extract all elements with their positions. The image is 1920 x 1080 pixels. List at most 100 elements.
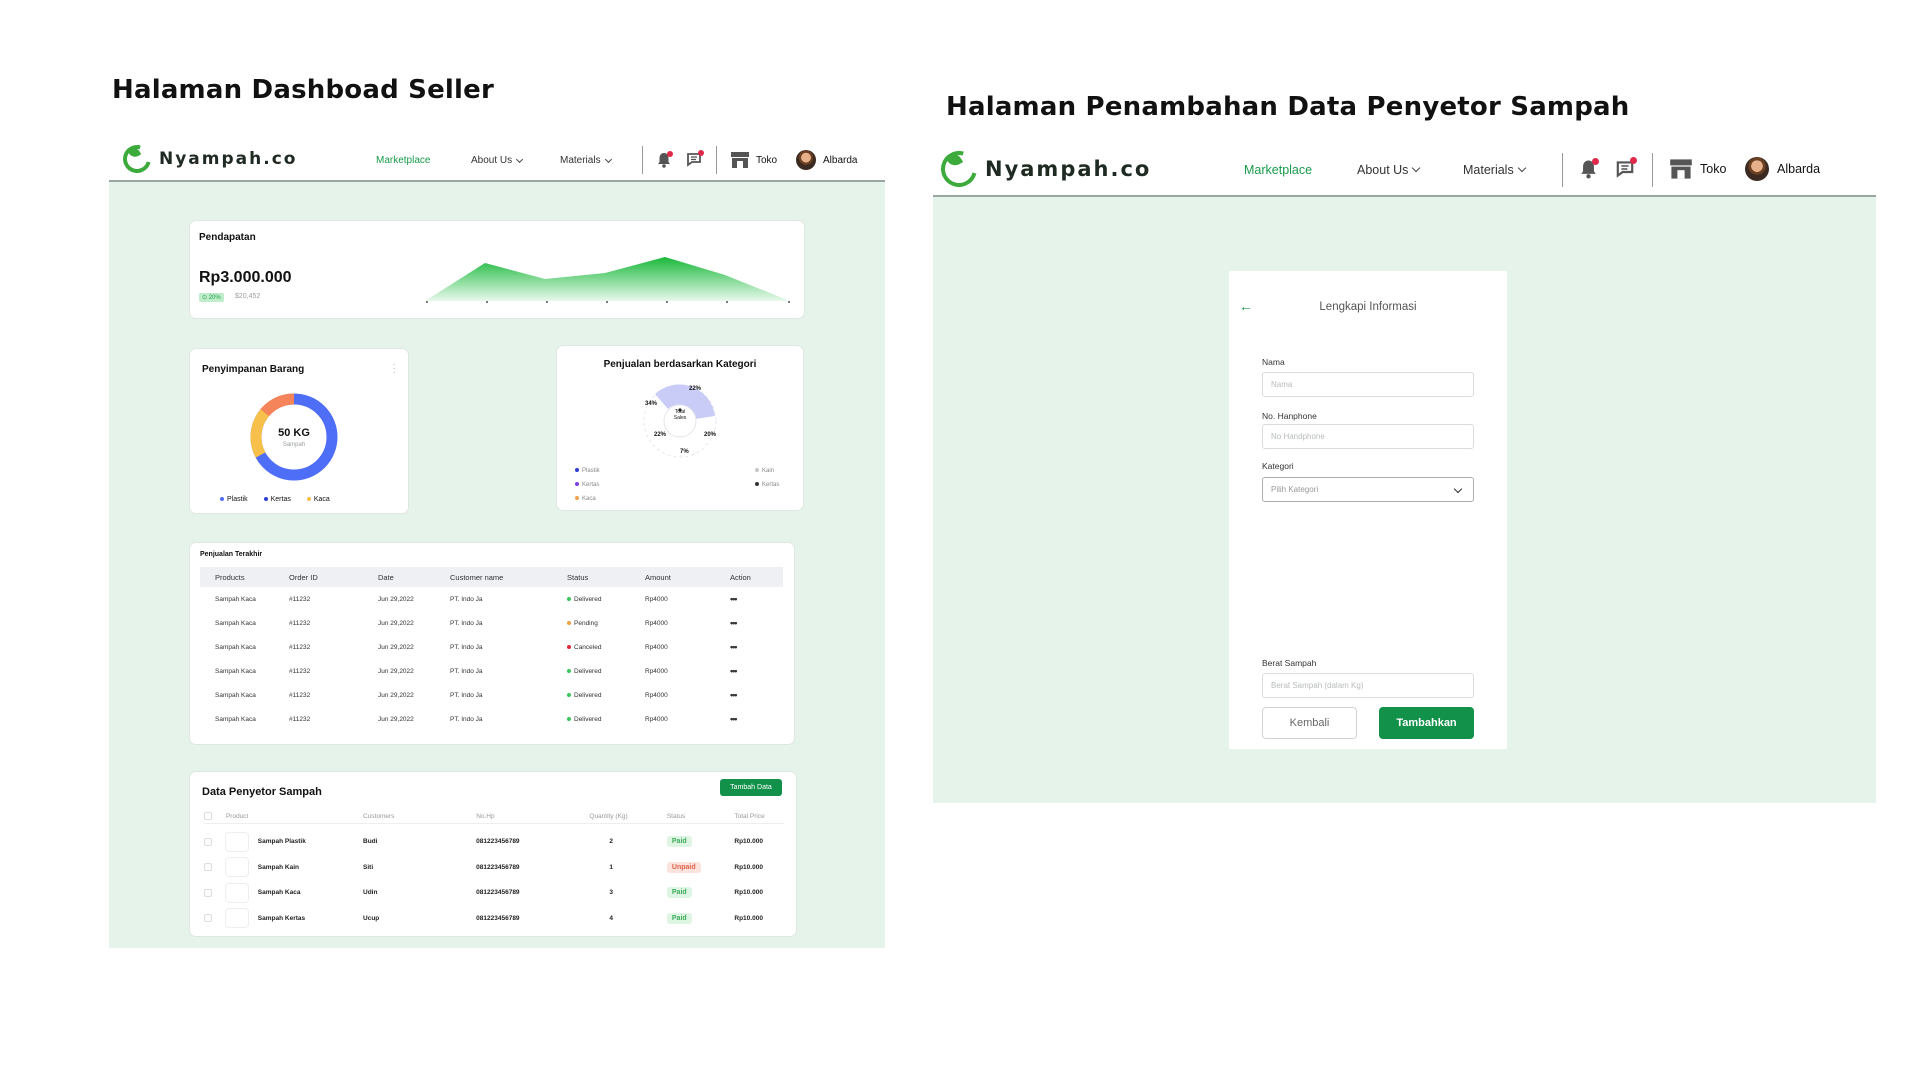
table-row: Sampah Kaca #11232 Jun 29,2022 PT. Indo Ja P… <box>200 611 783 635</box>
select-all-checkbox[interactable] <box>204 812 212 820</box>
storage-center-value: 50 KG <box>278 427 310 439</box>
pie-label: 34% <box>645 401 658 407</box>
cell-status: Canceled <box>567 644 645 651</box>
cell-product: Sampah Kaca <box>215 595 256 603</box>
cell-amount: Rp4000 <box>645 643 668 651</box>
more-vertical-icon[interactable]: · · · <box>393 360 396 378</box>
table-row: Sampah Kaca #11232 Jun 29,2022 PT. Indo Ja D… <box>200 659 783 683</box>
revenue-area-chart <box>425 257 790 303</box>
pie-label: 22% <box>689 386 702 392</box>
revenue-amount: Rp3.000.000 <box>199 269 292 286</box>
category-select[interactable]: Pilih Kategori <box>1262 477 1474 502</box>
cell-date: Jun 29,2022 <box>378 667 414 675</box>
row-checkbox[interactable] <box>204 888 212 897</box>
cell-product: Sampah Kaca <box>215 619 256 627</box>
storage-legend: Plastik Kertas Kaca <box>220 496 330 503</box>
pie-legend-right: Kain Kertas <box>755 464 779 492</box>
nav-materials[interactable]: Materials <box>1463 163 1526 177</box>
user-menu[interactable]: Albarda <box>1745 157 1820 181</box>
dashboard-caption: Halaman Dashboad Seller <box>112 75 494 105</box>
cell-date: Jun 29,2022 <box>378 619 414 627</box>
cell-status: Delivered <box>567 692 645 699</box>
cell-product: Sampah Kaca <box>215 643 256 651</box>
brand-logo[interactable]: Nyampah.co <box>934 145 1152 194</box>
row-checkbox[interactable] <box>204 914 212 923</box>
form-title: Lengkapi Informasi <box>1319 301 1417 313</box>
legend-item: Plastik <box>220 496 248 503</box>
phone-input[interactable]: No Handphone <box>1262 424 1474 449</box>
row-actions-button[interactable]: ••• <box>730 642 780 652</box>
table-row: Sampah Kertas Ucup 081223456789 4 Paid Rp10.0… <box>204 906 784 932</box>
status-badge: Paid <box>666 912 692 924</box>
user-menu[interactable]: Albarda <box>796 150 857 170</box>
status-dot <box>567 620 571 625</box>
brand-logo[interactable]: Nyampah.co <box>117 140 298 179</box>
cell-customer: Udin <box>363 889 378 897</box>
weight-input[interactable]: Berat Sampah (dalam Kg) <box>1262 673 1474 698</box>
cell-quantity: 3 <box>609 889 613 897</box>
submit-button[interactable]: Tambahkan <box>1379 707 1474 739</box>
table-row: Sampah Kaca #11232 Jun 29,2022 PT. Indo Ja D… <box>200 707 783 731</box>
nav-marketplace[interactable]: Marketplace <box>1244 163 1312 177</box>
cell-status: Delivered <box>567 668 645 675</box>
depositors-card: Data Penyetor Sampah Tambah Data Product… <box>190 772 796 936</box>
table-header: Products Order ID Date Customer name Sta… <box>200 567 783 587</box>
legend-item: Kertas <box>263 496 291 503</box>
cell-customer: PT. Indo Ja <box>450 595 483 603</box>
revenue-change-badge: ⊙ 20% <box>199 293 224 302</box>
row-checkbox[interactable] <box>204 863 212 872</box>
nav-about-us[interactable]: About Us <box>1357 163 1421 177</box>
cell-order-id: #11232 <box>289 691 311 699</box>
row-actions-button[interactable]: ••• <box>730 666 780 676</box>
category-sales-card: Penjualan berdasarkan Kategori Total Sale… <box>557 346 803 510</box>
cell-status: Delivered <box>567 716 645 723</box>
store-link[interactable]: Toko <box>1669 158 1726 180</box>
recent-sales-table: Products Order ID Date Customer name Sta… <box>200 567 783 731</box>
cell-quantity: 4 <box>609 914 613 922</box>
nav-marketplace[interactable]: Marketplace <box>376 155 430 166</box>
cell-order-id: #11232 <box>289 715 311 723</box>
cell-status: Paid <box>666 887 735 899</box>
cell-customer: PT. Indo Ja <box>450 619 483 627</box>
category-label: Kategori <box>1262 461 1294 471</box>
name-input[interactable]: Nama <box>1262 372 1474 397</box>
chevron-down-icon <box>604 155 612 163</box>
brand-name: Nyampah.co <box>985 157 1152 181</box>
row-checkbox[interactable] <box>204 837 212 846</box>
product-thumbnail <box>226 833 248 851</box>
table-row: Sampah Kaca #11232 Jun 29,2022 PT. Indo Ja D… <box>200 587 783 611</box>
row-actions-button[interactable]: ••• <box>730 714 780 724</box>
cell-amount: Rp4000 <box>645 667 668 675</box>
recent-sales-title: Penjualan Terakhir <box>200 551 263 558</box>
chat-icon[interactable] <box>1615 157 1637 178</box>
back-button[interactable]: Kembali <box>1262 707 1357 739</box>
row-actions-button[interactable]: ••• <box>730 690 780 700</box>
notification-bell-icon[interactable] <box>657 151 673 168</box>
nav-divider <box>642 146 643 174</box>
store-link[interactable]: Toko <box>730 151 777 169</box>
dashboard-navbar: Nyampah.co Marketplace About Us Material… <box>109 140 885 182</box>
row-actions-button[interactable]: ••• <box>730 618 780 628</box>
revenue-sub: $20,452 <box>235 293 261 300</box>
status-badge: Paid <box>666 836 692 848</box>
avatar <box>796 150 816 170</box>
cell-amount: Rp4000 <box>645 595 668 603</box>
cell-customer: Siti <box>363 863 374 871</box>
cell-price: Rp10.000 <box>734 889 763 897</box>
cell-order-id: #11232 <box>289 643 311 651</box>
chat-icon[interactable] <box>686 150 704 167</box>
product-thumbnail <box>226 909 248 927</box>
cell-status: Paid <box>666 912 735 924</box>
nav-about-us[interactable]: About Us <box>471 155 524 166</box>
nav-materials[interactable]: Materials <box>560 155 612 166</box>
row-actions-button[interactable]: ••• <box>730 594 780 604</box>
status-dot <box>567 692 571 697</box>
notification-bell-icon[interactable] <box>1580 158 1599 179</box>
add-data-button[interactable]: Tambah Data <box>720 779 782 796</box>
table-row: Sampah Kaca #11232 Jun 29,2022 PT. Indo Ja C… <box>200 635 783 659</box>
store-icon <box>1670 159 1692 179</box>
cell-phone: 081223456789 <box>476 863 520 871</box>
dashboard-frame: Nyampah.co Marketplace About Us Material… <box>109 140 885 948</box>
brand-name: Nyampah.co <box>159 149 298 169</box>
name-label: Nama <box>1262 357 1285 367</box>
